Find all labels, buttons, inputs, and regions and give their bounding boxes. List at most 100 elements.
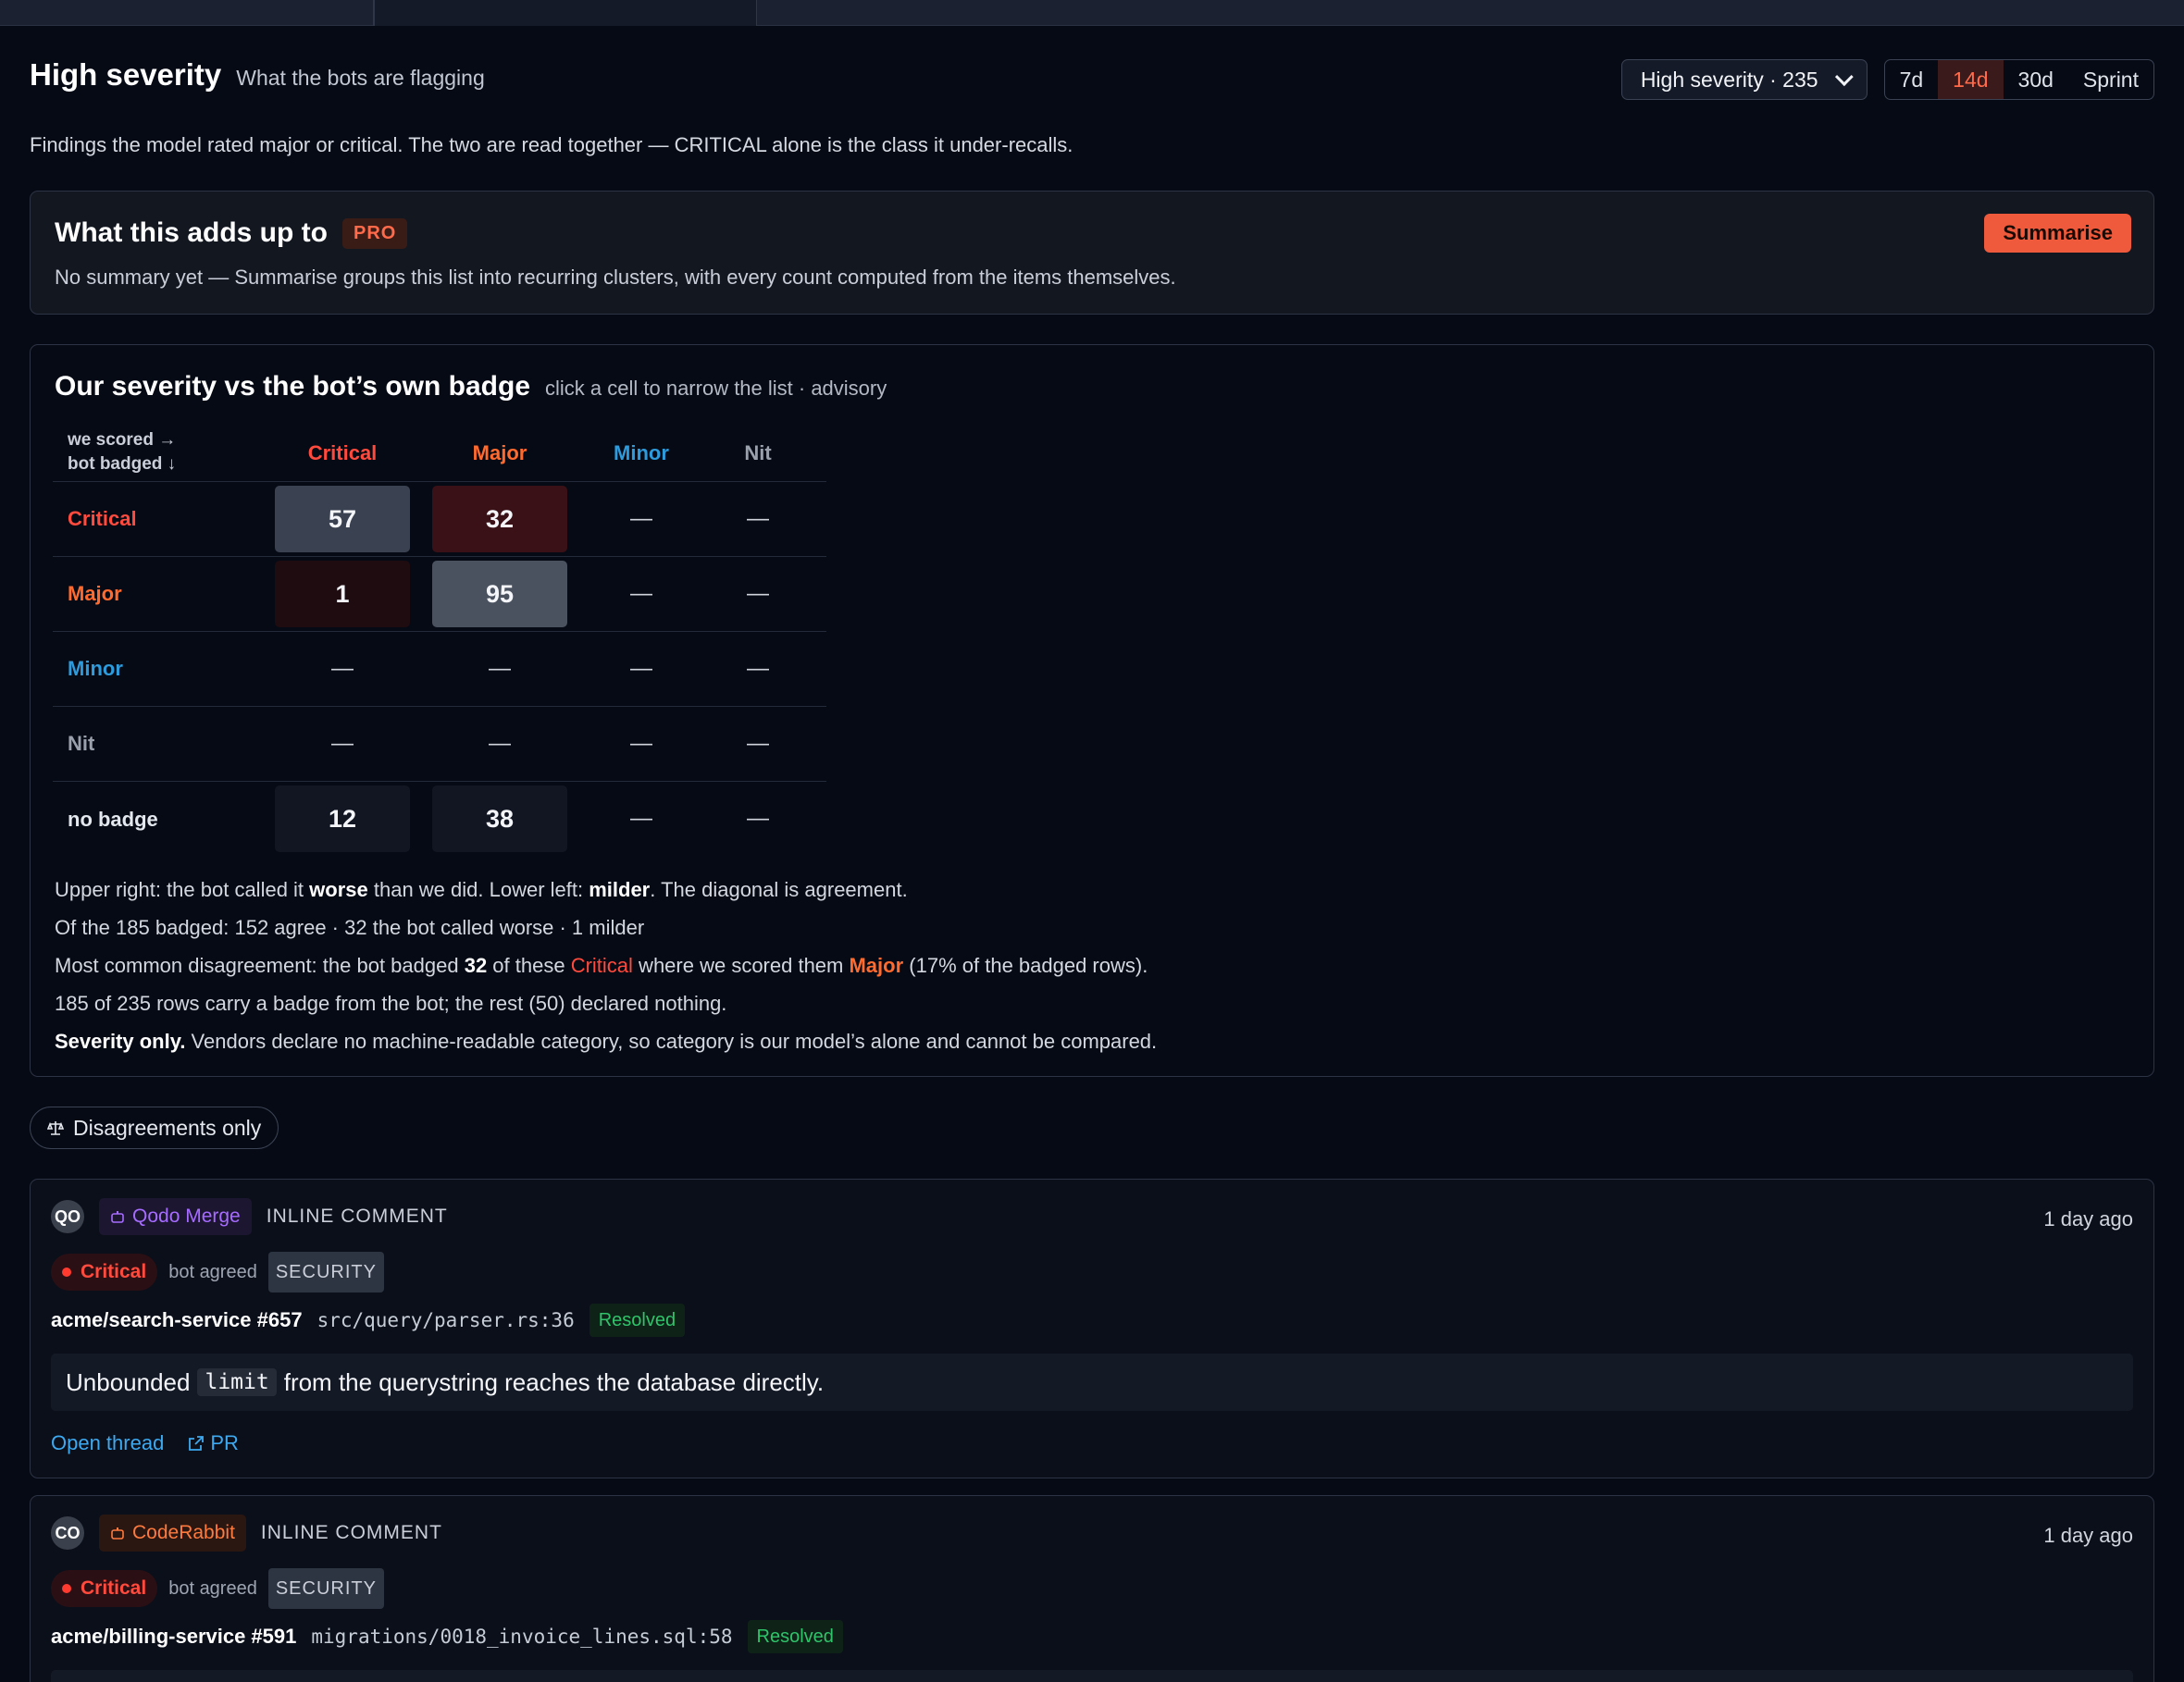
chevron-down-icon (1834, 68, 1854, 87)
disagreements-only-label: Disagreements only (73, 1115, 262, 1140)
file-path: migrations/0018_invoice_lines.sql:58 (311, 1626, 733, 1648)
severity-matrix: we scored → bot badged ↓ Critical Major … (53, 425, 826, 857)
top-tab-bar (0, 0, 2184, 26)
row-label-no-badge: no badge (68, 807, 158, 831)
matrix-cell: — (630, 506, 652, 531)
page-title: High severity (30, 57, 222, 92)
repo-pr-label: acme/search-service #657 (51, 1308, 303, 1331)
category-tag: SECURITY (267, 1568, 384, 1609)
range-sprint-button[interactable]: Sprint (2068, 60, 2153, 99)
note-line: Most common disagreement: the bot badged… (55, 954, 1148, 977)
severity-pill: Critical (51, 1570, 158, 1607)
matrix-cell: — (630, 806, 652, 831)
avatar: QO (51, 1200, 84, 1233)
matrix-cell[interactable]: 57 (275, 486, 410, 552)
matrix-cell: — (747, 656, 769, 681)
header-controls: High severity · 235 7d 14d 30d Sprint (1620, 59, 2154, 100)
column-header-nit: Nit (744, 440, 772, 464)
matrix-cell[interactable]: 32 (432, 486, 567, 552)
row-label-major: Major (68, 582, 122, 605)
matrix-cell: — (630, 731, 652, 756)
agreement-label: bot agreed (168, 1261, 257, 1282)
matrix-cell: — (747, 806, 769, 831)
open-thread-link[interactable]: Open thread (51, 1431, 164, 1455)
range-7d-button[interactable]: 7d (1885, 60, 1939, 99)
note-line: 185 of 235 rows carry a badge from the b… (55, 992, 727, 1015)
finding-card: QO Qodo Merge INLINE COMMENT 1 day ago C… (30, 1179, 2154, 1478)
range-14d-button[interactable]: 14d (1938, 60, 2004, 99)
matrix-cell: — (331, 656, 354, 681)
summary-title: What this adds up to (55, 217, 328, 248)
bot-icon (111, 1211, 124, 1223)
category-tag: SECURITY (267, 1252, 384, 1292)
severity-pill: Critical (51, 1254, 158, 1291)
row-label-nit: Nit (68, 732, 95, 755)
note-line: Severity only. Vendors declare no machin… (55, 1030, 1158, 1053)
page-description: Findings the model rated major or critic… (30, 133, 1073, 156)
finding-body: Unbounded limit from the querystring rea… (51, 1354, 2133, 1411)
timestamp: 1 day ago (2043, 1524, 2133, 1547)
column-header-minor: Minor (614, 440, 669, 464)
note-line: Upper right: the bot called it worse tha… (55, 878, 908, 901)
matrix-cell: — (747, 506, 769, 531)
bot-tag: Qodo Merge (99, 1198, 252, 1235)
severity-filter-value: High severity · 235 (1640, 67, 1818, 92)
page-header: High severity What the bots are flagging (30, 57, 485, 102)
disagreements-only-toggle[interactable]: Disagreements only (30, 1107, 279, 1149)
pr-link[interactable]: PR (188, 1431, 239, 1455)
file-path: src/query/parser.rs:36 (316, 1309, 575, 1331)
row-label-minor: Minor (68, 657, 123, 680)
repo-pr-label: acme/billing-service #591 (51, 1625, 297, 1648)
severity-filter-select[interactable]: High severity · 235 (1620, 59, 1868, 100)
bot-icon (111, 1527, 124, 1540)
matrix-notes: Upper right: the bot called it worse tha… (55, 871, 1157, 1060)
summary-text: No summary yet — Summarise groups this l… (55, 266, 1176, 289)
matrix-cell: — (331, 731, 354, 756)
page-subtitle: What the bots are flagging (236, 66, 485, 90)
matrix-cell[interactable]: 95 (432, 561, 567, 627)
inline-code: limit (197, 1368, 277, 1396)
column-header-critical: Critical (307, 440, 378, 464)
severity-matrix-panel: Our severity vs the bot’s own badge clic… (30, 344, 2154, 1077)
matrix-cell: — (489, 656, 511, 681)
external-link-icon (189, 1436, 205, 1451)
comment-kind: INLINE COMMENT (266, 1206, 448, 1227)
summarise-button[interactable]: Summarise (1984, 214, 2131, 253)
severity-dot-icon (62, 1584, 71, 1593)
matrix-axis-label: we scored → bot badged ↓ (68, 428, 176, 476)
finding-body (51, 1670, 2133, 1682)
matrix-cell[interactable]: 1 (275, 561, 410, 627)
matrix-row-no-badge: no badge 12 38 — — (53, 782, 826, 857)
severity-dot-icon (62, 1268, 71, 1277)
summary-panel: What this adds up to PRO No summary yet … (30, 191, 2154, 315)
matrix-title: Our severity vs the bot’s own badge (55, 371, 531, 402)
agreement-label: bot agreed (168, 1577, 257, 1599)
timestamp: 1 day ago (2043, 1207, 2133, 1231)
row-label-critical: Critical (68, 507, 137, 530)
matrix-header-row: we scored → bot badged ↓ Critical Major … (53, 425, 826, 482)
note-line: Of the 185 badged: 152 agree · 32 the bo… (55, 916, 645, 939)
matrix-cell: — (747, 581, 769, 606)
matrix-row-critical: Critical 57 32 — — (53, 482, 826, 557)
status-badge: Resolved (589, 1304, 686, 1337)
matrix-cell: — (630, 656, 652, 681)
matrix-row-major: Major 1 95 — — (53, 557, 826, 632)
pro-badge: PRO (341, 217, 408, 249)
comment-kind: INLINE COMMENT (260, 1522, 442, 1543)
matrix-row-minor: Minor — — — — (53, 632, 826, 707)
tab-previous[interactable] (0, 0, 374, 26)
matrix-cell[interactable]: 12 (275, 785, 410, 852)
matrix-cell: — (630, 581, 652, 606)
matrix-cell: — (489, 731, 511, 756)
bot-tag: CodeRabbit (99, 1515, 246, 1552)
range-30d-button[interactable]: 30d (2004, 60, 2068, 99)
time-range-toggle: 7d 14d 30d Sprint (1883, 59, 2154, 100)
avatar: CO (51, 1516, 84, 1550)
tab-active[interactable] (374, 0, 757, 26)
axis-side-label: bot badged ↓ (68, 454, 177, 474)
axis-top-label: we scored → (68, 430, 177, 450)
matrix-cell: — (747, 731, 769, 756)
status-badge: Resolved (747, 1620, 843, 1653)
column-header-major: Major (472, 440, 527, 464)
matrix-cell[interactable]: 38 (432, 785, 567, 852)
